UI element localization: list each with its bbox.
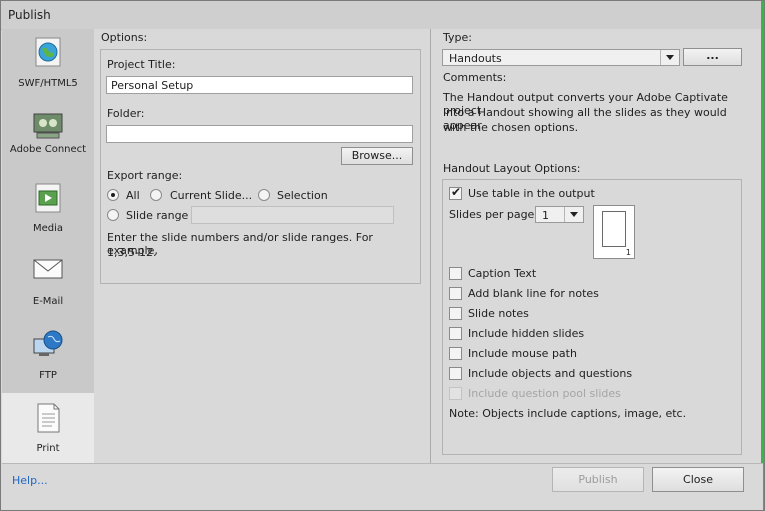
sidebar-item-ftp[interactable]: FTP (2, 321, 94, 394)
slides-per-page-label: Slides per page (449, 208, 535, 221)
window-edge-accent (761, 1, 764, 510)
question-pool-checkbox (449, 387, 462, 400)
page-preview-number: 1 (625, 248, 631, 257)
sidebar-item-label: FTP (39, 370, 57, 381)
folder-input[interactable] (106, 125, 413, 143)
page-preview-slide (602, 211, 626, 247)
hidden-slides-label: Include hidden slides (468, 327, 585, 340)
envelope-icon (33, 259, 63, 279)
help-link[interactable]: Help... (12, 474, 48, 487)
sidebar-item-label: Media (32, 223, 64, 234)
chevron-down-icon (660, 50, 679, 65)
sidebar-item-print[interactable]: Print (2, 393, 94, 463)
radio-slide-range[interactable] (107, 209, 119, 221)
sidebar-item-label: Adobe Connect (9, 144, 87, 155)
radio-all[interactable] (107, 189, 119, 201)
sidebar-item-label: Print (36, 443, 60, 454)
objects-questions-checkbox[interactable] (449, 367, 462, 380)
objects-note: Note: Objects include captions, image, e… (449, 407, 687, 420)
check-icon: ✔ (451, 185, 462, 199)
sidebar-item-swf-html5[interactable]: SWF/HTML5 (2, 29, 94, 102)
question-pool-label: Include question pool slides (468, 387, 621, 400)
adobe-connect-icon (33, 113, 63, 139)
mouse-path-checkbox[interactable] (449, 347, 462, 360)
close-button[interactable]: Close (652, 467, 744, 492)
sidebar-item-label: SWF/HTML5 (18, 78, 78, 89)
publish-button[interactable]: Publish (552, 467, 644, 492)
slides-per-page-dropdown[interactable]: 1 (535, 206, 584, 223)
page-layout-preview: 1 (593, 205, 635, 259)
radio-current-slide-label: Current Slide... (170, 189, 253, 202)
title-bar: Publish (1, 1, 764, 30)
slide-notes-checkbox[interactable] (449, 307, 462, 320)
window-title: Publish (8, 8, 51, 22)
mouse-path-label: Include mouse path (468, 347, 577, 360)
output-type-sidebar: SWF/HTML5 Adobe Connect Media E-Mail FTP… (2, 29, 94, 463)
sidebar-item-adobe-connect[interactable]: Adobe Connect (2, 102, 94, 175)
handout-layout-group: ✔ Use table in the output Slides per pag… (442, 179, 742, 455)
chevron-down-icon (564, 207, 583, 222)
project-title-label: Project Title: (107, 58, 176, 71)
sidebar-item-email[interactable]: E-Mail (2, 248, 94, 321)
radio-selection[interactable] (258, 189, 270, 201)
hint-text-line2: 1,3,5-12. (107, 246, 157, 259)
dialog-footer: Help... Publish Close (2, 463, 763, 510)
comments-label: Comments: (443, 71, 507, 84)
objects-questions-label: Include objects and questions (468, 367, 633, 380)
export-range-label: Export range: (107, 169, 183, 182)
radio-all-label: All (126, 189, 140, 202)
caption-text-label: Caption Text (468, 267, 537, 280)
slide-range-input[interactable] (191, 206, 394, 224)
slides-per-page-value: 1 (542, 209, 549, 222)
radio-current-slide[interactable] (150, 189, 162, 201)
use-table-checkbox[interactable]: ✔ (449, 185, 462, 200)
ftp-globe-icon (33, 330, 63, 356)
type-label: Type: (443, 31, 472, 44)
globe-icon (35, 37, 61, 67)
caption-text-checkbox[interactable] (449, 267, 462, 280)
options-header: Options: (101, 31, 148, 44)
hidden-slides-checkbox[interactable] (449, 327, 462, 340)
radio-slide-range-label: Slide range (126, 209, 189, 222)
publish-dialog: Publish SWF/HTML5 Adobe Connect Media E-… (0, 0, 765, 511)
type-dropdown-value: Handouts (449, 52, 502, 65)
type-options-button[interactable]: ... (683, 48, 742, 66)
sidebar-item-media[interactable]: Media (2, 175, 94, 248)
use-table-label: Use table in the output (468, 187, 595, 200)
comments-text-line3: with the chosen options. (443, 121, 579, 134)
type-dropdown[interactable]: Handouts (442, 49, 680, 66)
options-panel: Options: Project Title: Personal Setup F… (94, 29, 430, 463)
project-title-input[interactable]: Personal Setup (106, 76, 413, 94)
folder-label: Folder: (107, 107, 145, 120)
options-group: Project Title: Personal Setup Folder: Br… (100, 49, 421, 284)
blank-line-notes-checkbox[interactable] (449, 287, 462, 300)
blank-line-notes-label: Add blank line for notes (468, 287, 599, 300)
radio-selected-dot (111, 193, 115, 197)
browse-button[interactable]: Browse... (341, 147, 413, 165)
type-panel: Type: Handouts ... Comments: The Handout… (431, 29, 761, 463)
handout-layout-header: Handout Layout Options: (443, 162, 581, 175)
sidebar-item-label: E-Mail (32, 296, 64, 307)
film-icon (35, 183, 61, 213)
slide-notes-label: Slide notes (468, 307, 529, 320)
document-icon (37, 403, 60, 433)
radio-selection-label: Selection (277, 189, 328, 202)
